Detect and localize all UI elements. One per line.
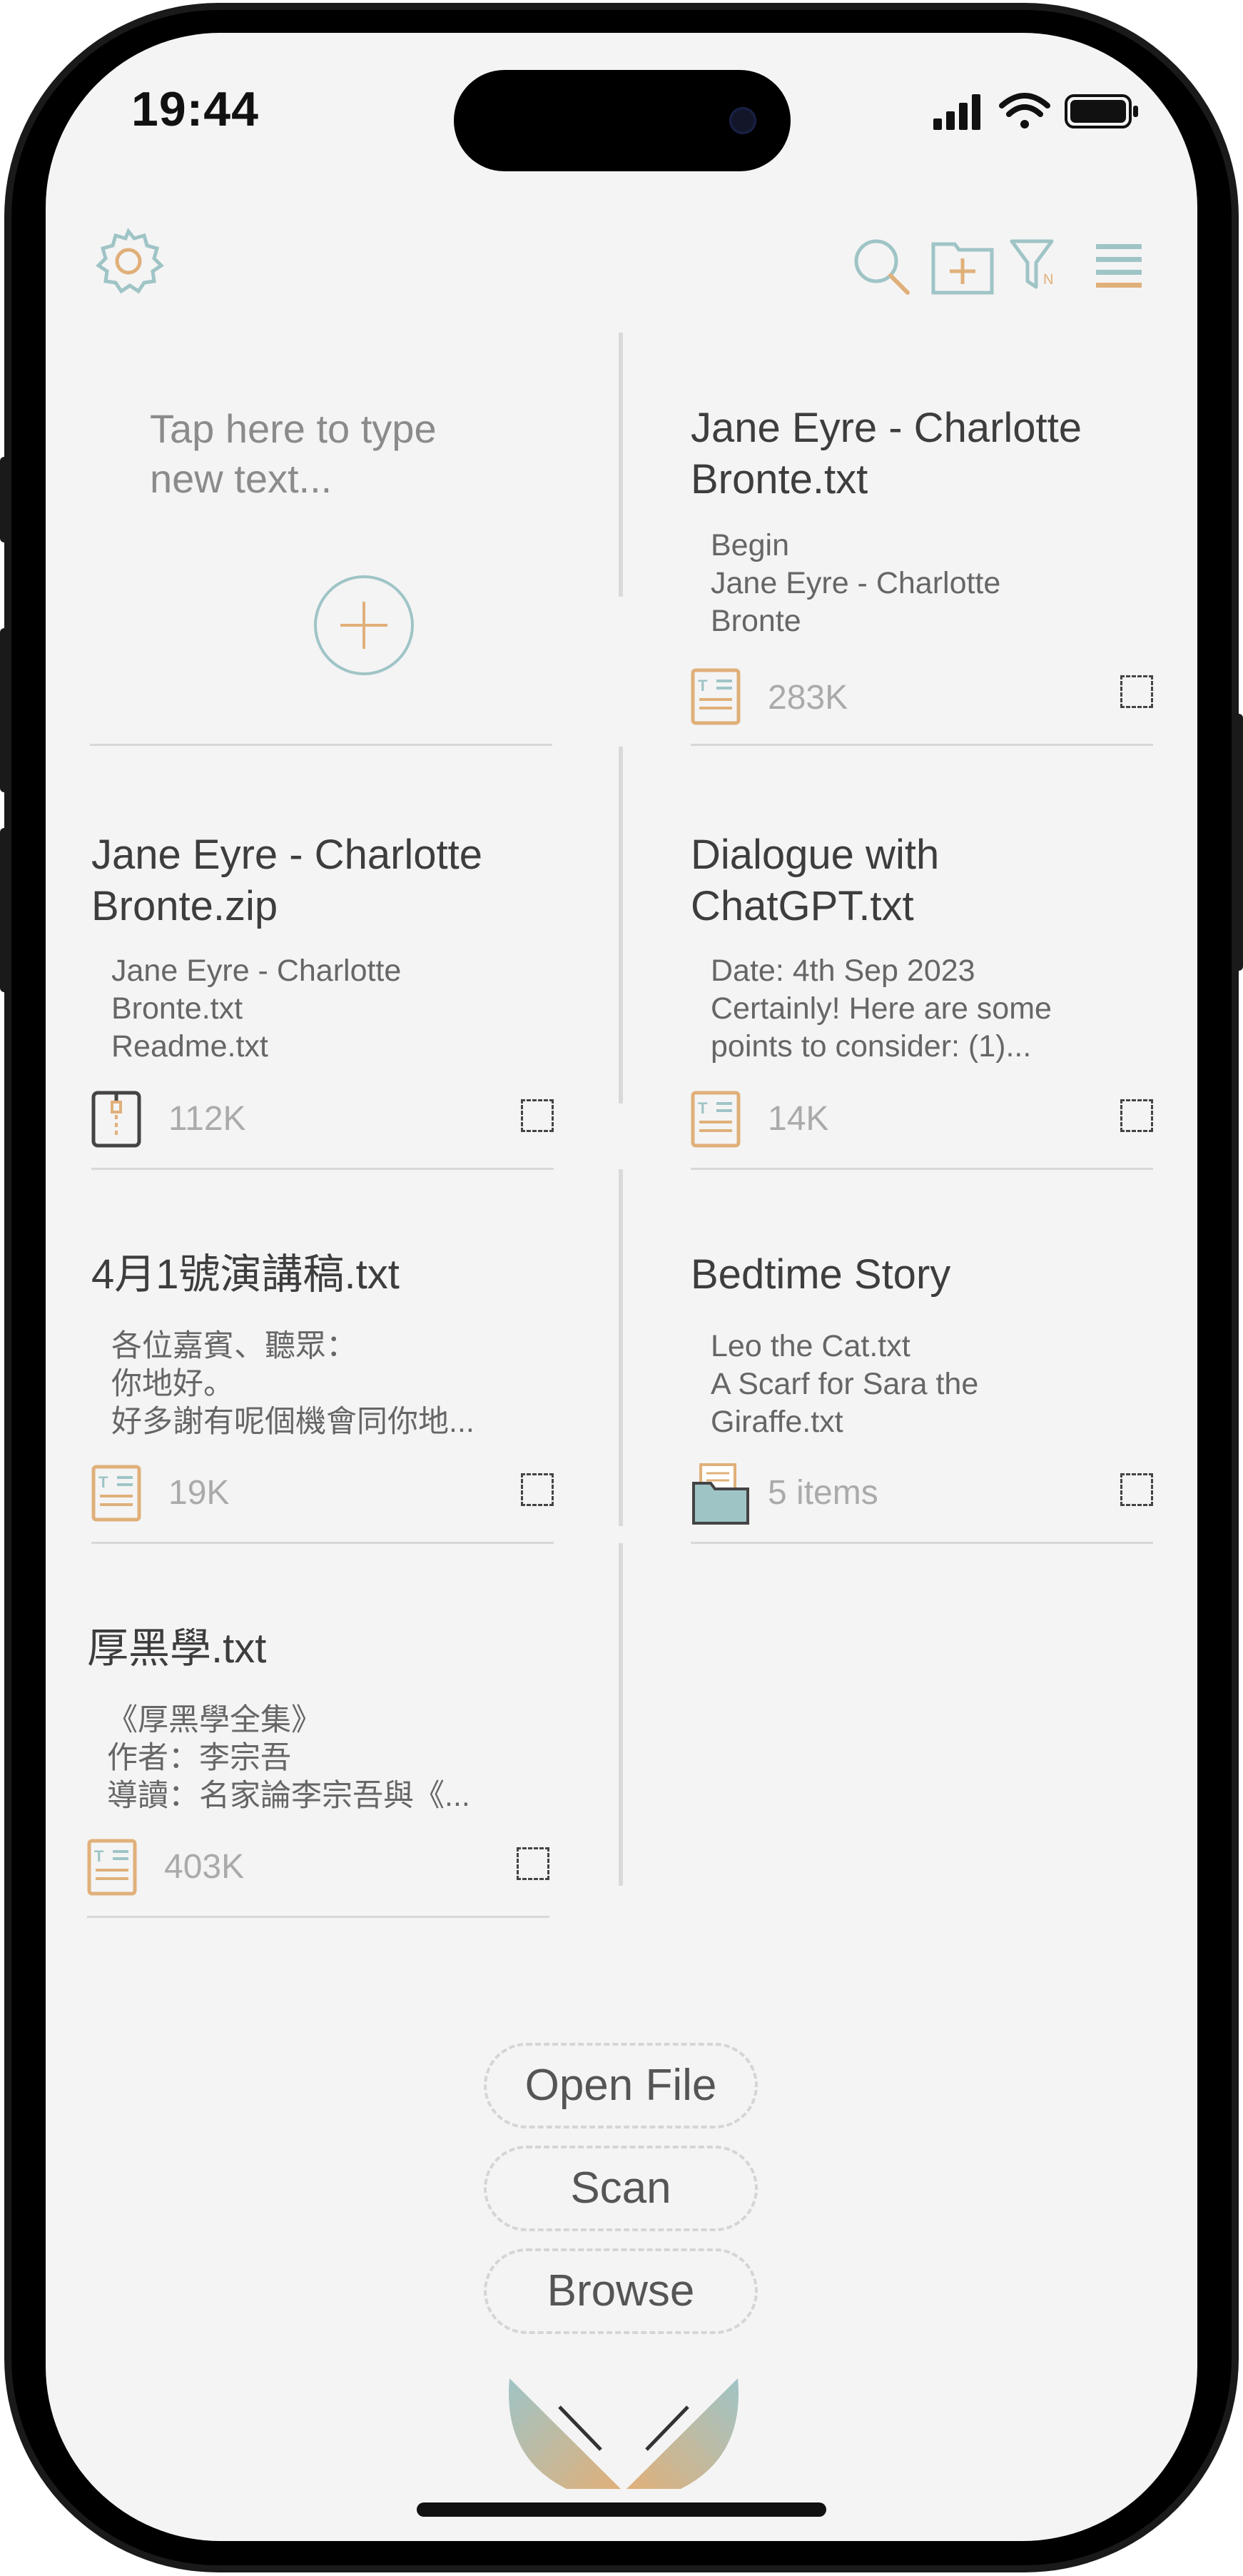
select-checkbox[interactable] [1120, 1099, 1153, 1132]
select-checkbox[interactable] [1120, 675, 1153, 708]
file-card-jane-eyre-txt[interactable]: Jane Eyre - Charlotte Bronte.txt Begin J… [691, 333, 1153, 747]
volume-down-button [0, 828, 10, 992]
volume-up-button [0, 628, 10, 792]
file-size: 19K [168, 1474, 230, 1512]
file-size: 403K [164, 1848, 245, 1886]
file-preview: 各位嘉賓、聽眾： 你地好。 好多謝有呢個機會同你地... [111, 1329, 475, 1439]
cellular-signal-icon [933, 94, 980, 130]
open-file-button[interactable]: Open File [484, 2043, 758, 2128]
card-underline [691, 744, 1153, 746]
file-size: 14K [768, 1100, 829, 1138]
file-title: 厚黑學.txt [87, 1625, 267, 1672]
status-time: 19:44 [131, 82, 259, 136]
file-card-speech[interactable]: 4月1號演講稿.txt 各位嘉賓、聽眾： 你地好。 好多謝有呢個機會同你地...… [91, 1169, 554, 1544]
folder-plus-icon[interactable] [930, 236, 995, 300]
search-icon[interactable] [849, 234, 913, 302]
app-logo-icon [502, 2371, 745, 2496]
card-underline [691, 1542, 1153, 1544]
power-button [1233, 714, 1243, 971]
file-preview: Jane Eyre - Charlotte Bronte.txt Readme.… [111, 954, 402, 1064]
app-screen: 19:44 N Tap here to type new text... Jan… [46, 33, 1197, 2541]
file-title: 4月1號演講稿.txt [91, 1251, 400, 1298]
file-preview: Begin Jane Eyre - Charlotte Bronte [711, 528, 1001, 638]
home-indicator[interactable] [417, 2502, 826, 2517]
menu-icon[interactable] [1095, 240, 1145, 293]
action-button [0, 457, 10, 542]
svg-text:T: T [94, 1847, 104, 1865]
card-underline [87, 1916, 549, 1918]
svg-text:T: T [698, 1099, 708, 1117]
dynamic-island [454, 70, 791, 171]
folder-icon [691, 1462, 751, 1530]
settings-gear-icon[interactable] [93, 224, 164, 299]
file-title: Jane Eyre - Charlotte Bronte.zip [91, 832, 483, 929]
select-checkbox[interactable] [521, 1099, 554, 1132]
file-preview: 《厚黑學全集》 作者：李宗吾 導讀：名家論李宗吾與《... [107, 1703, 470, 1813]
zip-file-icon [91, 1091, 141, 1151]
text-file-icon: T [87, 1839, 137, 1899]
text-file-icon: T [691, 668, 741, 729]
select-checkbox[interactable] [1120, 1473, 1153, 1506]
grid-divider [619, 1169, 623, 1526]
file-preview: Leo the Cat.txt A Scarf for Sara the Gir… [711, 1329, 979, 1439]
wifi-icon [999, 93, 1050, 128]
svg-text:T: T [98, 1473, 108, 1491]
status-icons [933, 90, 1147, 136]
select-checkbox[interactable] [521, 1473, 554, 1506]
select-checkbox[interactable] [517, 1847, 549, 1880]
text-file-icon: T [91, 1465, 141, 1525]
add-text-button[interactable] [314, 575, 414, 675]
text-file-icon: T [691, 1091, 741, 1151]
camera-icon [729, 107, 756, 134]
grid-divider [619, 747, 623, 1103]
grid-divider [619, 1543, 623, 1886]
scan-button[interactable]: Scan [484, 2146, 758, 2231]
new-text-card[interactable]: Tap here to type new text... [90, 333, 552, 747]
folder-card-bedtime-story[interactable]: Bedtime Story Leo the Cat.txt A Scarf fo… [691, 1169, 1153, 1544]
file-card-houheixue[interactable]: 厚黑學.txt 《厚黑學全集》 作者：李宗吾 導讀：名家論李宗吾與《... T … [87, 1543, 549, 1918]
battery-icon [1065, 94, 1138, 128]
file-size: 112K [168, 1100, 246, 1138]
card-underline [90, 744, 552, 746]
filter-icon[interactable]: N [1009, 237, 1066, 298]
file-preview: Date: 4th Sep 2023 Certainly! Here are s… [711, 954, 1052, 1064]
file-title: Jane Eyre - Charlotte Bronte.txt [691, 405, 1082, 502]
grid-divider [619, 333, 623, 597]
file-card-dialogue-chatgpt[interactable]: Dialogue with ChatGPT.txt Date: 4th Sep … [691, 747, 1153, 1170]
file-size: 283K [768, 679, 848, 717]
file-title: Dialogue with ChatGPT.txt [691, 832, 940, 929]
file-title: Bedtime Story [691, 1251, 951, 1298]
svg-text:N: N [1043, 272, 1053, 288]
svg-text:T: T [698, 677, 708, 694]
browse-button[interactable]: Browse [484, 2248, 758, 2334]
new-text-placeholder: Tap here to type new text... [150, 406, 437, 501]
folder-item-count: 5 items [768, 1474, 878, 1512]
file-card-jane-eyre-zip[interactable]: Jane Eyre - Charlotte Bronte.zip Jane Ey… [91, 747, 554, 1170]
